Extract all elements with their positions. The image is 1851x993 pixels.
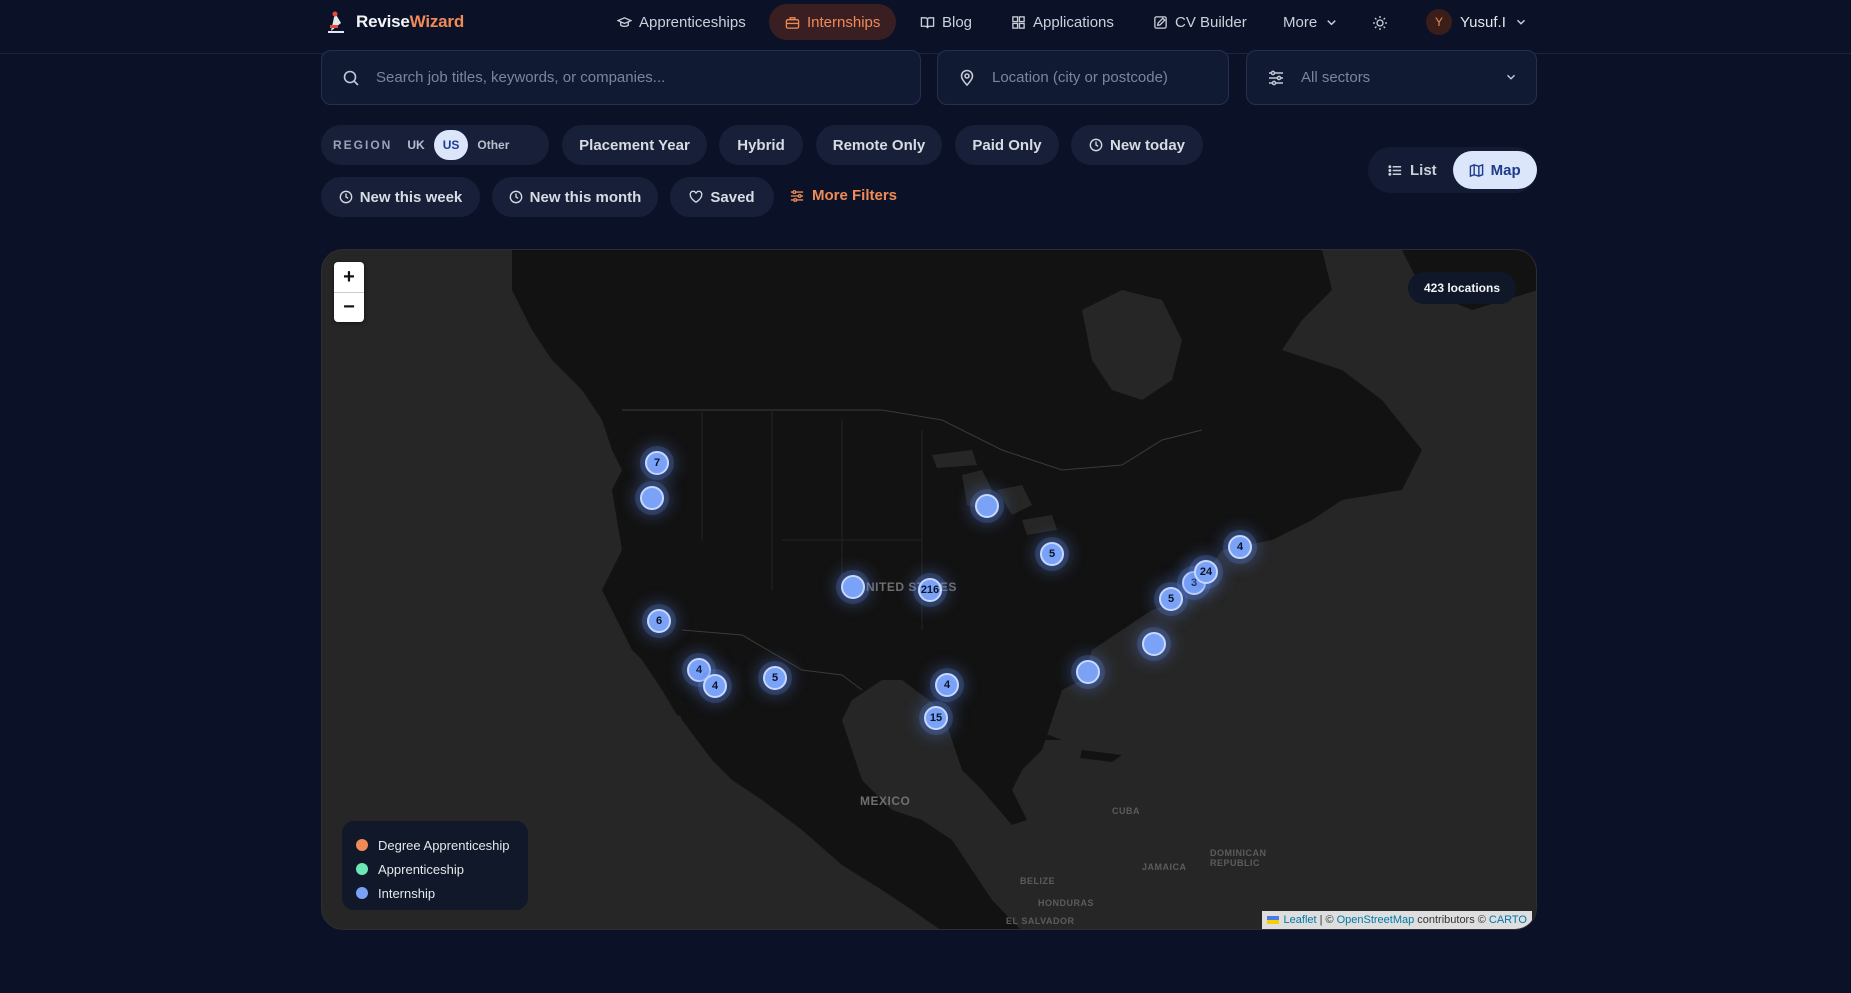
cluster-marker[interactable] [1142, 632, 1166, 656]
openstreetmap-link[interactable]: OpenStreetMap [1337, 914, 1415, 926]
theme-toggle-button[interactable] [1368, 11, 1392, 35]
chevron-down-icon [1507, 74, 1515, 80]
cluster-marker[interactable] [841, 575, 865, 599]
cluster-marker[interactable]: 15 [924, 706, 948, 730]
ukraine-flag-icon [1266, 916, 1279, 924]
nav-cv-builder[interactable]: CV Builder [1137, 4, 1263, 40]
user-menu[interactable]: Y Yusuf.I [1426, 9, 1528, 35]
brand-name: ReviseWizard [356, 12, 464, 31]
search-icon [343, 70, 359, 86]
map-label-el-salvador: EL SALVADOR [1006, 916, 1075, 926]
map-label-belize: BELIZE [1020, 876, 1056, 886]
filter-new-this-month[interactable]: New this month [492, 177, 658, 217]
nav-more-dropdown[interactable]: More [1267, 4, 1355, 40]
edit-icon [1154, 15, 1167, 29]
carto-link[interactable]: CARTO [1489, 914, 1527, 926]
map-view[interactable]: + − 423 locations NITED STATES MEXICO CU… [321, 249, 1537, 930]
cluster-marker[interactable]: 7 [645, 451, 669, 475]
grid-icon [1012, 15, 1025, 29]
clock-icon [1089, 138, 1103, 152]
leaflet-link[interactable]: Leaflet [1284, 914, 1317, 926]
search-input[interactable]: Search job titles, keywords, or companie… [321, 50, 921, 105]
legend-dot [356, 887, 368, 899]
map-view-button[interactable]: Map [1452, 151, 1537, 189]
map-label-jamaica: JAMAICA [1142, 862, 1187, 872]
briefcase-icon [785, 16, 800, 29]
cluster-marker[interactable] [1076, 660, 1100, 684]
cluster-marker[interactable]: 5 [1159, 587, 1183, 611]
filter-remote-only[interactable]: Remote Only [816, 125, 942, 165]
filter-new-this-week[interactable]: New this week [321, 177, 480, 217]
list-icon [1388, 164, 1402, 176]
location-placeholder: Location (city or postcode) [992, 69, 1168, 86]
zoom-out-button[interactable]: − [334, 292, 364, 322]
avatar: Y [1426, 9, 1452, 35]
sliders-icon [790, 189, 804, 202]
sector-value: All sectors [1301, 69, 1371, 86]
cluster-marker[interactable]: 5 [1040, 542, 1064, 566]
zoom-in-button[interactable]: + [334, 262, 364, 292]
sun-icon [1373, 16, 1387, 30]
sector-select[interactable]: All sectors [1246, 50, 1537, 105]
map-label-honduras: HONDURAS [1038, 898, 1095, 908]
clock-icon [509, 190, 522, 204]
cluster-marker[interactable]: 6 [647, 609, 671, 633]
list-view-button[interactable]: List [1372, 151, 1453, 189]
view-toggle: List Map [1368, 147, 1537, 193]
legend-item-internship: Internship [356, 881, 514, 905]
legend-dot [356, 839, 368, 851]
cluster-marker[interactable]: 5 [763, 666, 787, 690]
top-navigation: ReviseWizard Apprenticeships Internships… [0, 0, 1851, 54]
map-icon [1469, 163, 1483, 177]
zoom-controls: + − [334, 262, 364, 322]
map-pin-icon [960, 69, 974, 86]
filter-hybrid[interactable]: Hybrid [719, 125, 803, 165]
cluster-marker[interactable]: 4 [703, 674, 727, 698]
chevron-down-icon [1516, 19, 1525, 25]
map-label-dominican-republic: DOMINICAN REPUBLIC [1210, 848, 1267, 868]
map-label-united-states: NITED STATES [866, 580, 957, 594]
locations-count-badge: 423 locations [1407, 272, 1516, 304]
book-icon [920, 16, 935, 28]
cluster-marker[interactable] [975, 494, 999, 518]
legend-item-degree-apprenticeship: Degree Apprenticeship [356, 833, 514, 857]
location-input[interactable]: Location (city or postcode) [937, 50, 1229, 105]
search-placeholder: Search job titles, keywords, or companie… [376, 69, 666, 86]
graduation-cap-icon [617, 16, 632, 27]
nav-blog[interactable]: Blog [904, 4, 988, 40]
cluster-marker[interactable]: 24 [1194, 560, 1218, 584]
user-name: Yusuf.I [1460, 13, 1506, 31]
clock-icon [339, 190, 353, 204]
map-attribution: Leaflet | © OpenStreetMap contributors ©… [1261, 911, 1532, 929]
nav-applications[interactable]: Applications [995, 4, 1130, 40]
cluster-marker[interactable] [640, 486, 664, 510]
map-label-cuba: CUBA [1112, 806, 1140, 816]
cluster-marker[interactable]: 216 [918, 578, 942, 602]
legend-item-apprenticeship: Apprenticeship [356, 857, 514, 881]
map-legend: Degree Apprenticeship Apprenticeship Int… [342, 821, 528, 910]
cluster-marker[interactable]: 4 [1228, 535, 1252, 559]
filter-saved[interactable]: Saved [670, 177, 774, 217]
filter-paid-only[interactable]: Paid Only [955, 125, 1059, 165]
region-option-us[interactable]: US [433, 130, 469, 160]
map-label-mexico: MEXICO [860, 794, 911, 808]
more-filters-button[interactable]: More Filters [790, 187, 897, 204]
nav-internships[interactable]: Internships [769, 4, 897, 40]
nav-apprenticeships[interactable]: Apprenticeships [601, 4, 762, 40]
region-option-other[interactable]: Other [468, 130, 518, 160]
region-selector: REGION UK US Other [321, 125, 549, 165]
region-option-uk[interactable]: UK [398, 130, 433, 160]
sliders-icon [1269, 70, 1283, 85]
chevron-down-icon [1327, 19, 1336, 25]
heart-icon [690, 190, 703, 204]
brand-logo-link[interactable]: ReviseWizard [324, 9, 464, 35]
region-label: REGION [333, 138, 393, 152]
filter-placement-year[interactable]: Placement Year [562, 125, 707, 165]
legend-dot [356, 863, 368, 875]
cluster-marker[interactable]: 4 [935, 673, 959, 697]
filter-new-today[interactable]: New today [1071, 125, 1203, 165]
wizard-hat-icon [328, 11, 344, 33]
